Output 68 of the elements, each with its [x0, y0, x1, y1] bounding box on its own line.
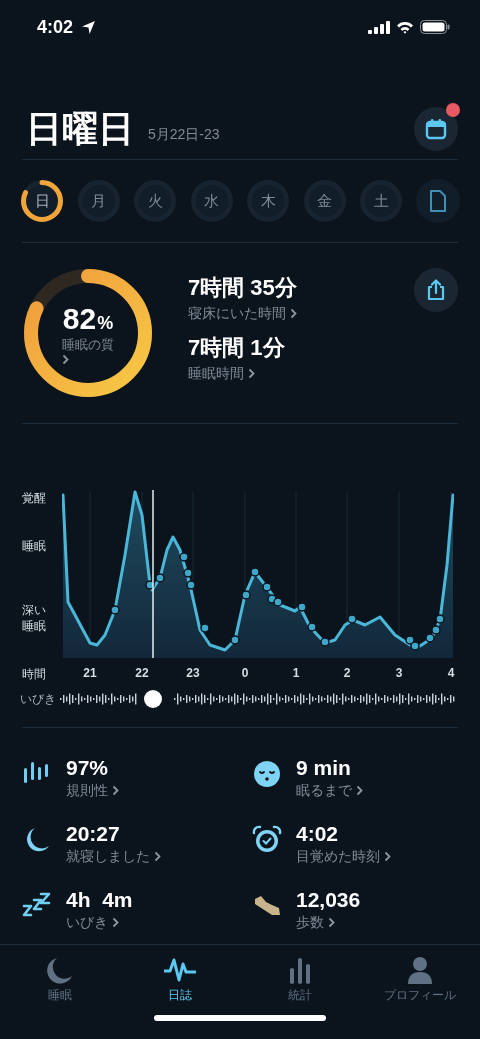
signal-icon [368, 20, 390, 34]
share-button[interactable] [414, 268, 458, 312]
stat-value: 20:27 [66, 822, 121, 846]
chevron-icon [289, 308, 297, 319]
day-button[interactable]: 木 [246, 179, 291, 223]
time-tick: 21 [83, 666, 97, 680]
alarm-clock-icon [252, 825, 282, 855]
stat-link[interactable]: 歩数 [296, 914, 361, 932]
chevron-icon [111, 917, 119, 928]
snore-label: いびき [19, 690, 57, 708]
sleepy-face-icon [252, 759, 282, 789]
time-tick: 1 [292, 666, 300, 680]
tab[interactable]: 睡眠 [0, 945, 120, 1015]
chevron-icon [153, 851, 161, 862]
wifi-icon [396, 20, 414, 34]
duration-link[interactable]: 寝床にいた時間 [188, 305, 297, 323]
chevron-icon [355, 785, 363, 796]
document-icon [428, 190, 447, 212]
report-button[interactable] [415, 179, 460, 223]
day-button[interactable]: 日 [20, 179, 64, 223]
axis-label: 覚醒 [22, 490, 47, 506]
battery-icon [420, 20, 450, 34]
day-button[interactable]: 土 [359, 179, 404, 223]
tab[interactable]: プロフィール [360, 945, 480, 1015]
tab[interactable]: 統計 [240, 945, 360, 1015]
chevron-icon [327, 917, 335, 928]
time-tick: 22 [135, 666, 149, 680]
day-button[interactable]: 月 [76, 179, 121, 223]
axis-label: 深い睡眠 [22, 602, 47, 634]
scrubber-handle[interactable] [144, 690, 162, 708]
chevron-icon [247, 368, 255, 379]
chevron-icon [111, 785, 119, 796]
duration-link[interactable]: 睡眠時間 [188, 365, 297, 383]
stat-value: 9 min [296, 756, 352, 780]
date-range: 5月22日-23 [148, 126, 220, 144]
day-button[interactable]: 水 [189, 179, 234, 223]
time-tick: 4 [447, 666, 455, 680]
time-tick: 3 [395, 666, 403, 680]
day-title: 日曜日 [26, 106, 134, 151]
stat-link[interactable]: 規則性 [66, 782, 119, 800]
stat-value: 4:02 [296, 822, 340, 846]
quality-link[interactable]: 睡眠の質 [62, 335, 114, 365]
tab[interactable]: 日誌 [120, 945, 240, 1015]
day-button[interactable]: 火 [133, 179, 178, 223]
duration-value: 7時間 35分 [188, 274, 297, 302]
chevron-icon [62, 353, 69, 365]
stat-value: 4h 4m [66, 888, 133, 912]
stat-link[interactable]: 就寝しました [66, 848, 161, 866]
status-time: 4:02 [37, 16, 74, 38]
time-tick: 0 [241, 666, 249, 680]
stat-value: 12,036 [296, 888, 361, 912]
axis-label: 睡眠 [22, 538, 47, 554]
axis-label: 時間 [22, 666, 46, 683]
calendar-icon [425, 118, 447, 140]
stat-value: 97% [66, 756, 110, 780]
location-arrow-icon [81, 19, 97, 35]
quality-ring[interactable]: 82% 睡眠の質 [22, 267, 154, 399]
stat-link[interactable]: 眠るまで [296, 782, 363, 800]
stat-link[interactable]: 目覚めた時刻 [296, 848, 391, 866]
day-button[interactable]: 金 [302, 179, 347, 223]
share-icon [426, 279, 446, 301]
time-tick: 23 [186, 666, 200, 680]
quality-score: 82% [62, 301, 114, 336]
chevron-icon [383, 851, 391, 862]
duration-value: 7時間 1分 [188, 334, 286, 362]
wave-icon [164, 956, 196, 984]
time-tick: 2 [343, 666, 351, 680]
stat-link[interactable]: いびき [66, 914, 133, 932]
